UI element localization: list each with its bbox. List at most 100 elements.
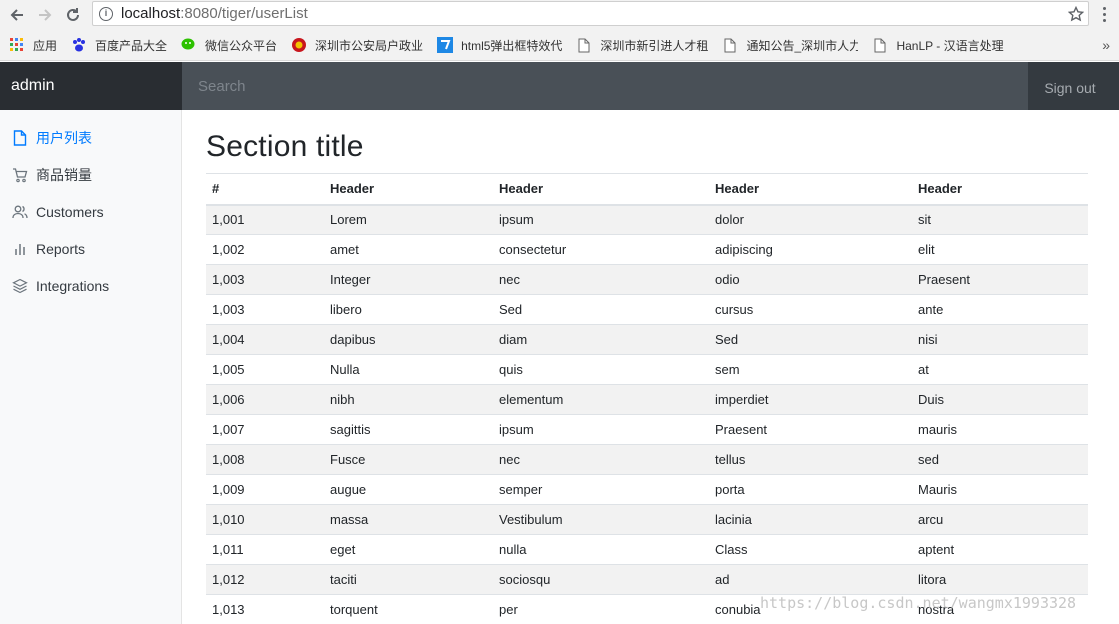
browser-menu-button[interactable] bbox=[1094, 4, 1114, 24]
table-cell: diam bbox=[493, 324, 709, 355]
table-cell: amet bbox=[324, 234, 493, 265]
table-cell: 1,010 bbox=[206, 504, 324, 535]
table-cell: ipsum bbox=[493, 204, 709, 235]
layers-icon bbox=[12, 278, 28, 294]
table-cell: Praesent bbox=[912, 264, 1088, 295]
page-icon bbox=[722, 37, 738, 53]
table-cell: 1,007 bbox=[206, 414, 324, 445]
table-cell: adipiscing bbox=[709, 234, 912, 265]
table-cell: imperdiet bbox=[709, 384, 912, 415]
sidebar-item-sales[interactable]: 商品销量 bbox=[0, 156, 181, 193]
police-badge-icon bbox=[291, 37, 307, 53]
table-cell: Lorem bbox=[324, 204, 493, 235]
reload-icon bbox=[67, 8, 79, 21]
brand-link[interactable]: admin bbox=[0, 62, 182, 110]
main-content: Section title # Header Header Header Hea… bbox=[206, 110, 1088, 624]
table-row: 1,006 nibh elementum imperdiet Duis bbox=[206, 384, 1088, 415]
table-cell: Integer bbox=[324, 264, 493, 295]
table-cell: nisi bbox=[912, 324, 1088, 355]
table-cell: ad bbox=[709, 564, 912, 595]
arrow-right-icon bbox=[39, 9, 52, 21]
table-cell: nec bbox=[493, 444, 709, 475]
users-icon bbox=[12, 204, 28, 220]
table-row: 1,009 augue semper porta Mauris bbox=[206, 474, 1088, 505]
sidebar-item-reports[interactable]: Reports bbox=[0, 230, 181, 267]
sidebar-item-label: Integrations bbox=[36, 277, 110, 294]
table-cell: 1,008 bbox=[206, 444, 324, 475]
bookmark-label: 深圳市公安局户政业 bbox=[315, 38, 424, 53]
kebab-dot-icon bbox=[1102, 6, 1106, 10]
table-cell: massa bbox=[324, 504, 493, 535]
bookmarks-bar: 应用 百度产品大全 微信公众平台 深圳市公安局户政业 html5弹出框特效代 深… bbox=[0, 30, 1119, 61]
address-bar[interactable]: i localhost:8080/tiger/userList bbox=[92, 1, 1089, 26]
file-icon bbox=[12, 129, 28, 146]
bookmark-label: 百度产品大全 bbox=[95, 38, 168, 53]
bookmark-label: HanLP - 汉语言处理 bbox=[896, 38, 1004, 53]
info-icon[interactable]: i bbox=[99, 6, 113, 21]
table-cell: sagittis bbox=[324, 414, 493, 445]
table-cell: sociosqu bbox=[493, 564, 709, 595]
sign-out-link[interactable]: Sign out bbox=[1028, 62, 1112, 110]
table-cell: libero bbox=[324, 294, 493, 325]
table-row: 1,001 Lorem ipsum dolor sit bbox=[206, 204, 1088, 235]
column-header: Header bbox=[709, 173, 912, 206]
bookmark-hanlp[interactable]: HanLP - 汉语言处理 bbox=[872, 37, 1004, 54]
column-header: Header bbox=[493, 173, 709, 206]
table-cell: litora bbox=[912, 564, 1088, 595]
table-cell: 1,002 bbox=[206, 234, 324, 265]
table-row: 1,007 sagittis ipsum Praesent mauris bbox=[206, 414, 1088, 445]
data-table: # Header Header Header Header 1,001 Lorem… bbox=[206, 173, 1088, 624]
back-button[interactable] bbox=[5, 3, 29, 27]
table-cell: Vestibulum bbox=[493, 504, 709, 535]
bar-chart-icon bbox=[12, 241, 28, 257]
sidebar-item-integrations[interactable]: Integrations bbox=[0, 267, 181, 304]
bookmark-label: 应用 bbox=[33, 38, 58, 53]
bookmark-html5[interactable]: html5弹出框特效代 bbox=[437, 37, 562, 54]
sidebar-item-user-list[interactable]: 用户列表 bbox=[0, 119, 181, 156]
table-cell: Duis bbox=[912, 384, 1088, 415]
table-cell: Nulla bbox=[324, 354, 493, 385]
bookmark-police[interactable]: 深圳市公安局户政业 bbox=[291, 37, 423, 54]
table-cell: elementum bbox=[493, 384, 709, 415]
table-cell: nibh bbox=[324, 384, 493, 415]
table-cell: aptent bbox=[912, 534, 1088, 565]
table-cell: 1,012 bbox=[206, 564, 324, 595]
more-bookmarks-button[interactable]: » bbox=[1102, 37, 1110, 53]
kebab-dot-icon bbox=[1102, 12, 1106, 16]
bookmark-label: 微信公众平台 bbox=[205, 38, 278, 53]
table-cell: nulla bbox=[493, 534, 709, 565]
star-icon bbox=[1068, 6, 1084, 22]
page-icon bbox=[872, 37, 888, 53]
table-cell: augue bbox=[324, 474, 493, 505]
sidebar-item-label: Reports bbox=[36, 240, 86, 257]
reload-button[interactable] bbox=[61, 3, 85, 27]
table-row: 1,003 libero Sed cursus ante bbox=[206, 294, 1088, 325]
bookmark-star-button[interactable] bbox=[1066, 3, 1086, 25]
table-cell: dapibus bbox=[324, 324, 493, 355]
table-cell: 1,013 bbox=[206, 594, 324, 624]
bookmark-apps[interactable]: 应用 bbox=[9, 37, 57, 54]
bookmark-baidu[interactable]: 百度产品大全 bbox=[71, 37, 167, 54]
table-cell: odio bbox=[709, 264, 912, 295]
bookmark-wechat[interactable]: 微信公众平台 bbox=[181, 37, 277, 54]
table-cell: Mauris bbox=[912, 474, 1088, 505]
table-row: 1,008 Fusce nec tellus sed bbox=[206, 444, 1088, 475]
sidebar-item-customers[interactable]: Customers bbox=[0, 193, 181, 230]
table-cell: torquent bbox=[324, 594, 493, 624]
table-cell: lacinia bbox=[709, 504, 912, 535]
column-header: Header bbox=[912, 173, 1088, 206]
bookmark-notice[interactable]: 通知公告_深圳市人力 bbox=[722, 37, 858, 54]
table-row: 1,005 Nulla quis sem at bbox=[206, 354, 1088, 385]
browser-toolbar: i localhost:8080/tiger/userList bbox=[0, 0, 1119, 30]
url-host: localhost bbox=[121, 5, 181, 22]
search-input[interactable] bbox=[182, 62, 1028, 110]
table-row: 1,011 eget nulla Class aptent bbox=[206, 534, 1088, 565]
sidebar-item-label: 用户列表 bbox=[36, 129, 92, 146]
table-cell: at bbox=[912, 354, 1088, 385]
forward-button[interactable] bbox=[33, 3, 57, 27]
cart-icon bbox=[12, 167, 28, 183]
bookmark-talent[interactable]: 深圳市新引进人才租 bbox=[576, 37, 708, 54]
table-row: 1,012 taciti sociosqu ad litora bbox=[206, 564, 1088, 595]
table-cell: conubia bbox=[709, 594, 912, 624]
table-cell: cursus bbox=[709, 294, 912, 325]
